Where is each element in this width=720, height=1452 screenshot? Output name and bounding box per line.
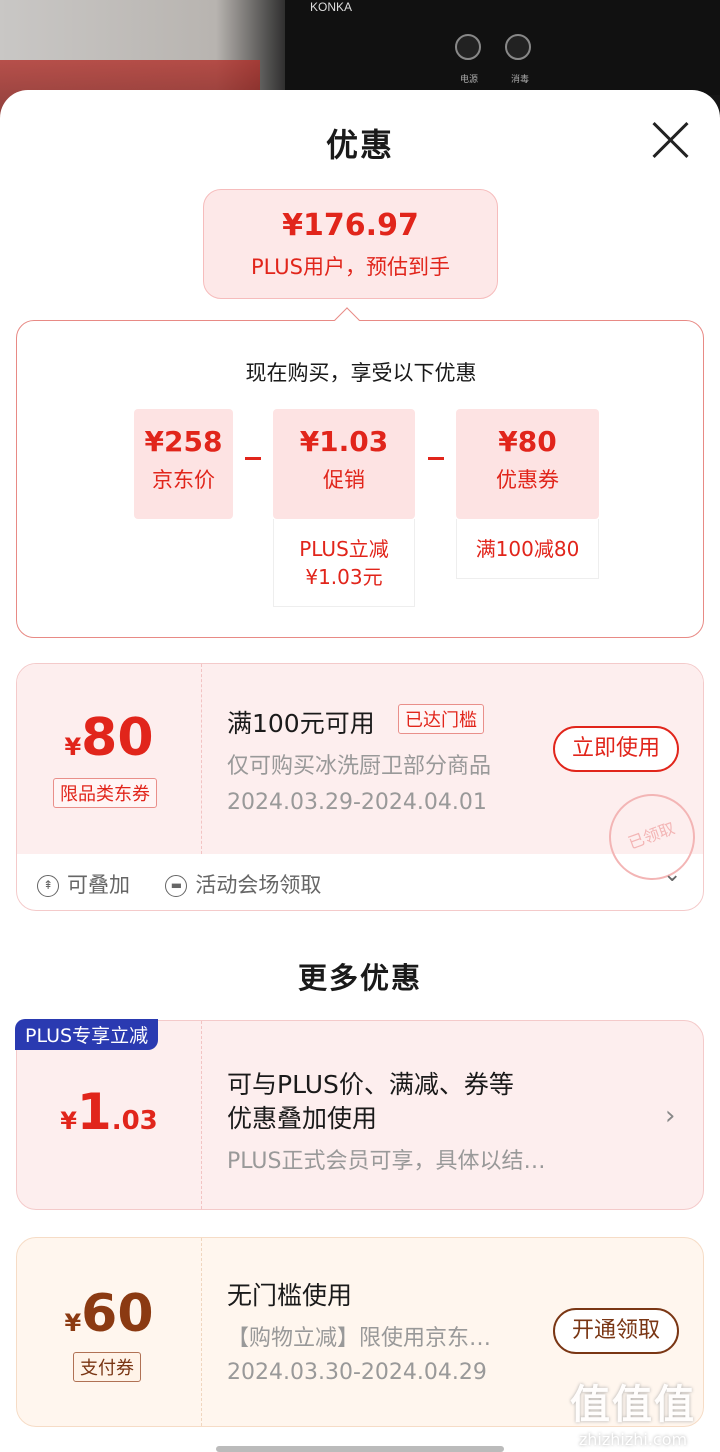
pay-title: 无门槛使用	[227, 1281, 353, 1310]
currency-symbol: ¥	[60, 1107, 77, 1135]
watermark-url: zhizhizhi.com	[578, 1430, 688, 1449]
watermark-logo: 值值值	[570, 1382, 696, 1428]
amount-value: 60	[81, 1284, 154, 1344]
coupon-title: 满100元可用	[227, 709, 375, 738]
coupon-amount: ¥80	[17, 708, 201, 768]
plus-line1: 可与PLUS价、满减、券等	[227, 1070, 514, 1099]
coupon-type-tag: 限品类东券	[53, 778, 157, 808]
calc-item-coupon: ¥80 优惠券	[456, 409, 599, 519]
coupon-footer: ⇞ 可叠加 ▬ 活动会场领取	[37, 869, 321, 899]
discount-sheet: 优惠 ¥176.97 PLUS用户，预估到手 现在购买，享受以下优惠 ¥258 …	[0, 90, 720, 1452]
coupon-card: ¥80 限品类东券 满100元可用 已达门槛 仅可购买冰洗厨卫部分商品 2024…	[16, 663, 704, 911]
card-divider	[201, 1238, 202, 1426]
pay-desc: 【购物立减】限使用京东…	[227, 1326, 492, 1351]
stack-icon: ⇞	[37, 875, 59, 897]
knob-label: 电源	[460, 75, 479, 85]
pay-amount: ¥60	[17, 1284, 201, 1344]
amount-value: 80	[81, 708, 154, 768]
plus-desc: PLUS正式会员可享，具体以结…	[227, 1149, 546, 1174]
pay-validity: 2024.03.30-2024.04.29	[227, 1360, 487, 1385]
use-now-button[interactable]: 立即使用	[553, 726, 679, 772]
coupon-divider	[201, 664, 202, 854]
plus-line2: 优惠叠加使用	[227, 1104, 378, 1133]
calc-heading: 现在购买，享受以下优惠	[245, 361, 477, 385]
photo-brand-text: KONKA	[310, 0, 353, 14]
promotion-note: PLUS立减 ¥1.03元	[273, 519, 415, 607]
card-divider	[201, 1021, 202, 1209]
amount-int: 1	[76, 1083, 112, 1141]
source-label: 活动会场领取	[195, 873, 322, 897]
stackable-label: 可叠加	[67, 873, 130, 897]
plus-ribbon: PLUS专享立减	[15, 1019, 159, 1050]
note-line: ¥1.03元	[305, 565, 383, 589]
chevron-right-icon[interactable]: ›	[665, 1101, 675, 1131]
close-icon[interactable]	[650, 120, 690, 160]
note-line: 满100减80	[475, 537, 580, 561]
estimate-label: PLUS用户，预估到手	[250, 255, 451, 279]
knob-label: 消毒	[511, 75, 530, 85]
photo-device-panel	[285, 0, 720, 95]
calc-label: 优惠券	[496, 468, 559, 492]
disinfect-knob-icon	[505, 34, 531, 60]
power-knob-icon	[455, 34, 481, 60]
pay-type-tag: 支付券	[73, 1352, 141, 1382]
open-claim-button[interactable]: 开通领取	[553, 1308, 679, 1354]
calc-value: ¥80	[498, 425, 557, 458]
calc-item-jd-price: ¥258 京东价	[134, 409, 233, 519]
watermark: 值值值 zhizhizhi.com	[570, 1372, 696, 1449]
threshold-status-tag: 已达门槛	[398, 704, 484, 734]
calc-value: ¥258	[144, 425, 223, 458]
calc-label: 京东价	[152, 468, 215, 492]
minus-operator-icon	[245, 457, 261, 460]
sheet-title: 优惠	[325, 126, 394, 164]
calc-value: ¥1.03	[299, 425, 389, 458]
currency-symbol: ¥	[64, 1309, 82, 1337]
more-offers-title: 更多优惠	[297, 961, 422, 995]
note-line: PLUS立减	[299, 537, 389, 561]
calc-label: 促销	[323, 468, 365, 492]
plus-offer-card[interactable]: PLUS专享立减 ¥1.03 可与PLUS价、满减、券等 优惠叠加使用 PLUS…	[15, 1019, 704, 1210]
coupon-scope: 仅可购买冰洗厨卫部分商品	[227, 754, 492, 779]
coupon-note: 满100减80	[456, 519, 599, 579]
chevron-down-icon[interactable]: ⌄	[663, 862, 681, 887]
minus-operator-icon	[428, 457, 444, 460]
price-calculation-box: 现在购买，享受以下优惠 ¥258 京东价 ¥1.03 促销 PLUS立减 ¥1.…	[16, 320, 704, 638]
estimate-bubble: ¥176.97 PLUS用户，预估到手	[203, 189, 498, 299]
amount-dec: .03	[111, 1106, 158, 1136]
plus-amount: ¥1.03	[17, 1083, 201, 1141]
currency-symbol: ¥	[64, 733, 82, 761]
ticket-icon: ▬	[165, 875, 188, 897]
coupon-validity: 2024.03.29-2024.04.01	[227, 790, 487, 815]
estimated-price: ¥176.97	[282, 208, 419, 243]
home-indicator[interactable]	[216, 1446, 504, 1452]
calc-item-promotion: ¥1.03 促销	[273, 409, 415, 519]
